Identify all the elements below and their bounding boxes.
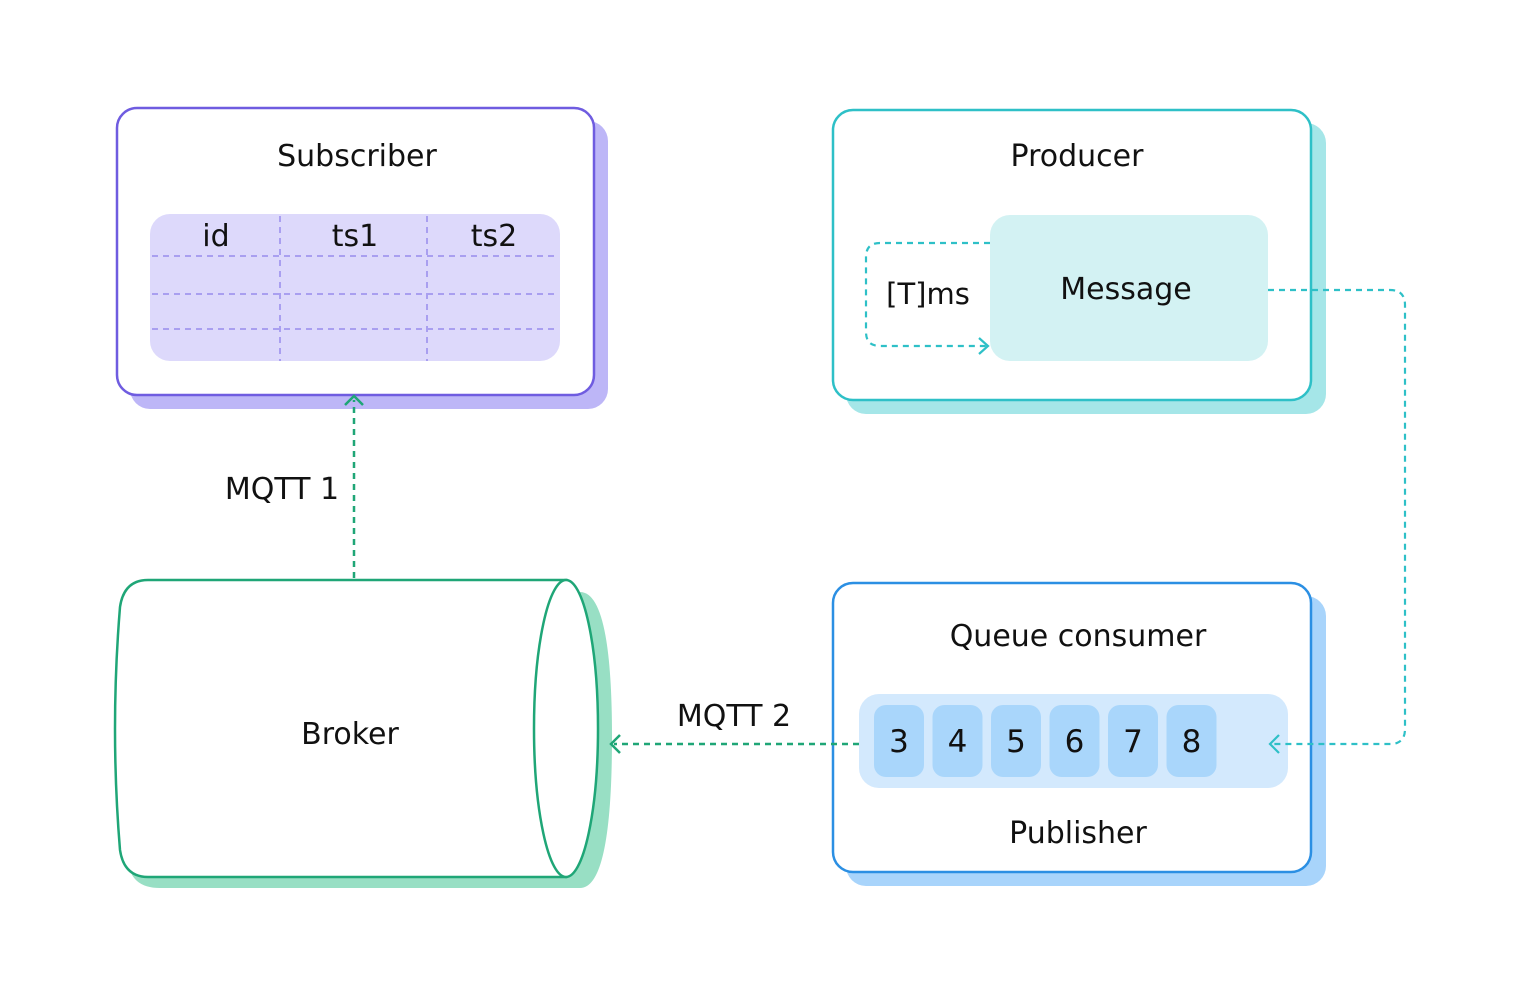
publisher-label: Publisher (1009, 816, 1147, 851)
mqtt2-connection: MQTT 2 (609, 699, 859, 754)
subscriber-node: Subscriber id ts1 ts2 (115, 106, 608, 409)
queue-item: 4 (932, 705, 983, 777)
queue-item: 5 (991, 705, 1041, 777)
table-header-ts2: ts2 (471, 219, 517, 254)
queue-item-label: 8 (1182, 724, 1202, 760)
message-label: Message (1060, 272, 1191, 307)
queue-item: 7 (1108, 705, 1158, 777)
queue-item: 3 (874, 705, 924, 777)
mqtt1-connection: MQTT 1 (225, 394, 364, 578)
table-header-ts1: ts1 (332, 219, 378, 254)
queue-item-label: 7 (1123, 724, 1143, 760)
broker-title: Broker (301, 717, 399, 752)
architecture-diagram: Subscriber id ts1 ts2 Producer Message [… (113, 106, 1407, 888)
queue-item-label: 6 (1065, 724, 1085, 760)
queue-item-label: 3 (889, 724, 909, 760)
subscriber-table: id ts1 ts2 (150, 214, 560, 361)
producer-title: Producer (1011, 139, 1145, 174)
timer-label: [T]ms (886, 277, 970, 311)
queue-consumer-node: Queue consumer 3 4 5 6 7 8 Publisher (831, 581, 1326, 886)
queue-item: 6 (1049, 705, 1100, 777)
queue-item: 8 (1166, 705, 1217, 777)
broker-node: Broker (113, 578, 612, 888)
producer-node: Producer Message [T]ms (831, 108, 1326, 414)
queue-consumer-title: Queue consumer (950, 619, 1207, 654)
mqtt1-label: MQTT 1 (225, 472, 339, 507)
subscriber-title: Subscriber (277, 139, 437, 174)
queue-item-label: 4 (948, 724, 968, 760)
mqtt2-label: MQTT 2 (677, 699, 791, 734)
broker-end-cap (532, 578, 600, 879)
table-header-id: id (202, 219, 229, 254)
queue-item-label: 5 (1006, 724, 1026, 760)
